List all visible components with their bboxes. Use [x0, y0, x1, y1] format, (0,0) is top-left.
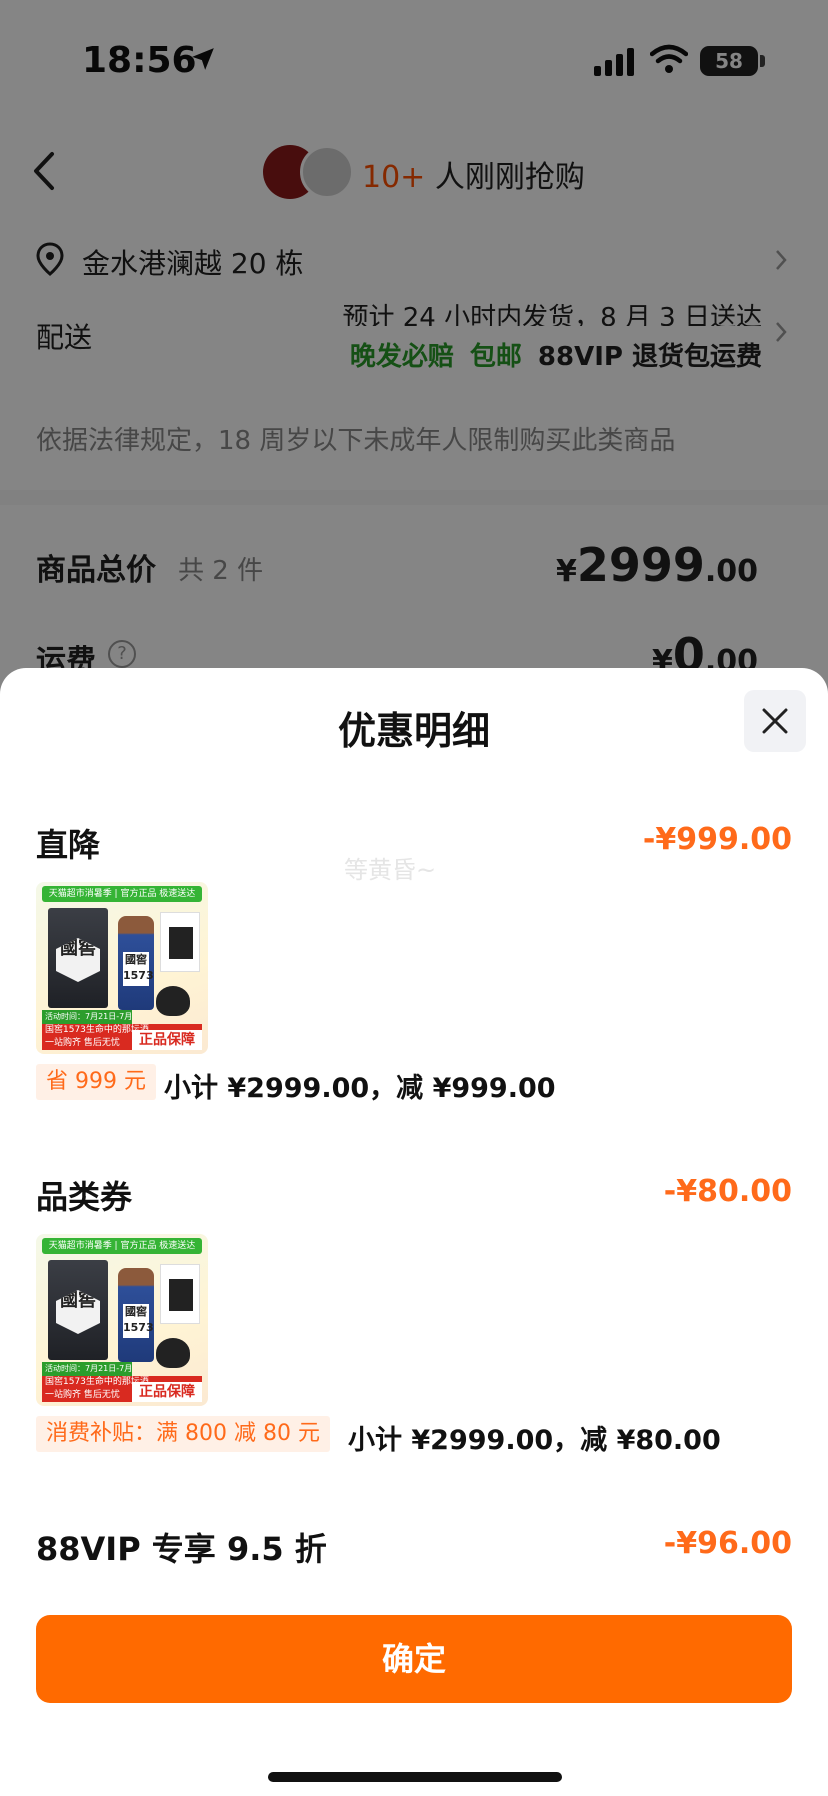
thumbnail-banner: 天猫超市消暑季 | 官方正品 极速送达	[42, 886, 202, 902]
home-indicator[interactable]	[268, 1772, 562, 1782]
promo-period-text: 活动时间：7月21日-7月31日	[42, 1362, 132, 1376]
authentic-guarantee-badge: 正品保障	[132, 1382, 202, 1402]
bottle-image: 國窖 1573	[118, 1268, 154, 1362]
mascot-icon	[156, 986, 190, 1016]
discount-detail-sheet: 优惠明细 等黄昏~ 直降 -¥999.00 天猫超市消暑季 | 官方正品 极速送…	[0, 668, 828, 1796]
box-label: 國窖	[56, 1290, 100, 1334]
savings-tag: 省 999 元	[36, 1064, 156, 1100]
gift-box-image: 國窖	[48, 908, 108, 1008]
promo-period-text: 活动时间：7月21日-7月31日	[42, 1010, 132, 1024]
box-label: 國窖	[56, 938, 100, 982]
product-thumbnail[interactable]: 天猫超市消暑季 | 官方正品 极速送达 國窖 國窖 1573 活动时间：7月21…	[36, 1234, 208, 1406]
watermark: 等黄昏~	[344, 856, 437, 884]
bottle-label: 國窖 1573	[123, 1304, 154, 1338]
discount-section-title: 88VIP 专享 9.5 折	[36, 1530, 327, 1568]
subtotal-text: 小计 ¥2999.00，减 ¥999.00	[164, 1073, 556, 1104]
discount-amount: -¥999.00	[642, 822, 792, 857]
gift-card-image	[160, 1264, 200, 1324]
authentic-guarantee-badge: 正品保障	[132, 1030, 202, 1050]
gift-card-image	[160, 912, 200, 972]
bottle-image: 國窖 1573	[118, 916, 154, 1010]
sheet-title: 优惠明细	[337, 709, 490, 753]
discount-section-title: 品类券	[36, 1178, 133, 1216]
close-icon	[762, 708, 788, 734]
gift-box-image: 國窖	[48, 1260, 108, 1360]
product-thumbnail[interactable]: 天猫超市消暑季 | 官方正品 极速送达 國窖 國窖 1573 活动时间：7月21…	[36, 882, 208, 1054]
discount-amount: -¥80.00	[663, 1174, 792, 1209]
discount-section-title: 直降	[36, 826, 101, 864]
gift-card-mark	[169, 927, 193, 959]
gift-card-mark	[169, 1279, 193, 1311]
thumbnail-banner: 天猫超市消暑季 | 官方正品 极速送达	[42, 1238, 202, 1254]
coupon-tag: 消费补贴：满 800 减 80 元	[36, 1416, 330, 1452]
mascot-icon	[156, 1338, 190, 1368]
subtotal-text: 小计 ¥2999.00，减 ¥80.00	[348, 1425, 721, 1456]
close-button[interactable]	[744, 690, 806, 752]
discount-amount: -¥96.00	[663, 1526, 792, 1561]
confirm-button[interactable]: 确定	[36, 1615, 792, 1703]
bottle-label: 國窖 1573	[123, 952, 154, 986]
